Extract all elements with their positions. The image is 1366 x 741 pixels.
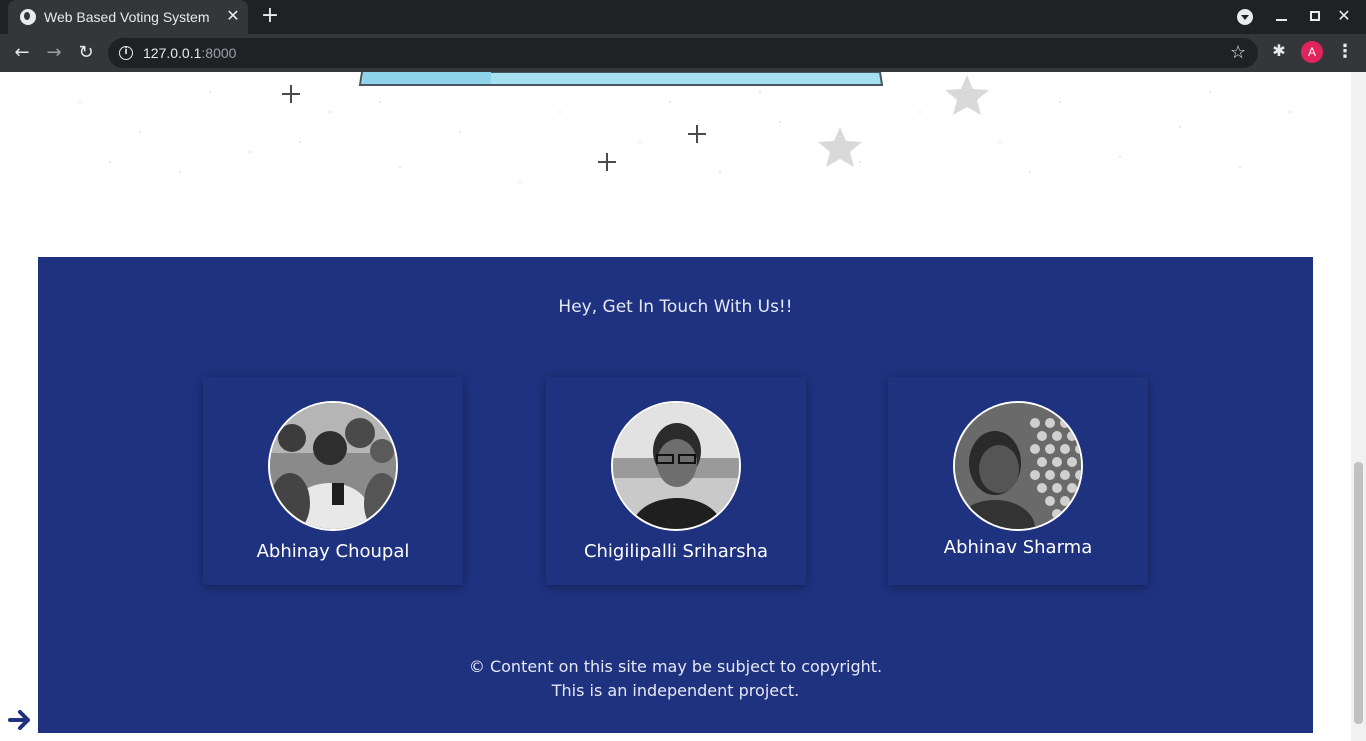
tab-title: Web Based Voting System [44, 9, 210, 25]
close-icon[interactable]: ✕ [224, 7, 242, 25]
maximize-icon[interactable] [1310, 11, 1320, 21]
globe-icon [20, 9, 36, 25]
url-host: 127.0.0.1 [143, 45, 202, 61]
ballot-box-shade [363, 72, 491, 84]
team-card: Abhinay Choupal [203, 377, 463, 585]
page-scrollbar[interactable] [1351, 72, 1366, 741]
info-icon[interactable]: i [119, 46, 133, 60]
star-decoration [818, 75, 989, 167]
reload-icon[interactable]: ↻ [73, 40, 99, 66]
browser-tab-bar: Web Based Voting System ✕ + ✕ [0, 0, 1366, 34]
kebab-menu-icon[interactable]: ⋮ [1336, 40, 1354, 64]
plus-icon[interactable]: + [258, 5, 282, 29]
url-port: :8000 [201, 45, 237, 61]
extensions-icon[interactable]: ✱ [1270, 42, 1288, 60]
team-member-name: Chigilipalli Sriharsha [583, 541, 769, 562]
footer-heading: Hey, Get In Touch With Us!! [558, 297, 793, 317]
address-bar[interactable]: i 127.0.0.1:8000 ☆ [108, 38, 1258, 68]
copyright-line: This is an independent project. [551, 681, 800, 700]
team-card: Abhinav Sharma [888, 377, 1148, 585]
speckle-texture [79, 91, 1291, 183]
minimize-icon[interactable] [1276, 19, 1287, 21]
avatar[interactable]: A [1301, 41, 1323, 63]
team-card: Chigilipalli Sriharsha [546, 377, 806, 585]
copyright-line: © Content on this site may be subject to… [468, 657, 883, 676]
star-icon[interactable]: ☆ [1230, 42, 1246, 64]
browser-tab[interactable]: Web Based Voting System ✕ [8, 0, 248, 34]
avatar [268, 401, 398, 531]
forward-icon[interactable]: → [41, 40, 67, 66]
hero-illustration [79, 72, 1291, 183]
back-icon[interactable]: ← [9, 40, 35, 66]
contact-footer: Hey, Get In Touch With Us!! Abhinay Chou… [38, 257, 1313, 733]
arrow-right-icon[interactable] [8, 708, 34, 732]
copyright-text: © Content on this site may be subject to… [38, 655, 1313, 703]
team-member-name: Abhinay Choupal [256, 541, 410, 562]
plus-decoration [282, 85, 706, 171]
window-close-icon[interactable]: ✕ [1334, 6, 1354, 26]
browser-toolbar: ← → ↻ i 127.0.0.1:8000 ☆ ✱ A ⋮ [0, 34, 1366, 72]
avatar [611, 401, 741, 531]
page-viewport: Hey, Get In Touch With Us!! Abhinay Chou… [0, 72, 1351, 741]
scrollbar-thumb[interactable] [1354, 462, 1363, 724]
team-member-name: Abhinav Sharma [943, 537, 1093, 558]
avatar [953, 401, 1083, 531]
tab-search-icon[interactable] [1237, 9, 1253, 25]
url-text[interactable]: 127.0.0.1:8000 [143, 45, 236, 61]
